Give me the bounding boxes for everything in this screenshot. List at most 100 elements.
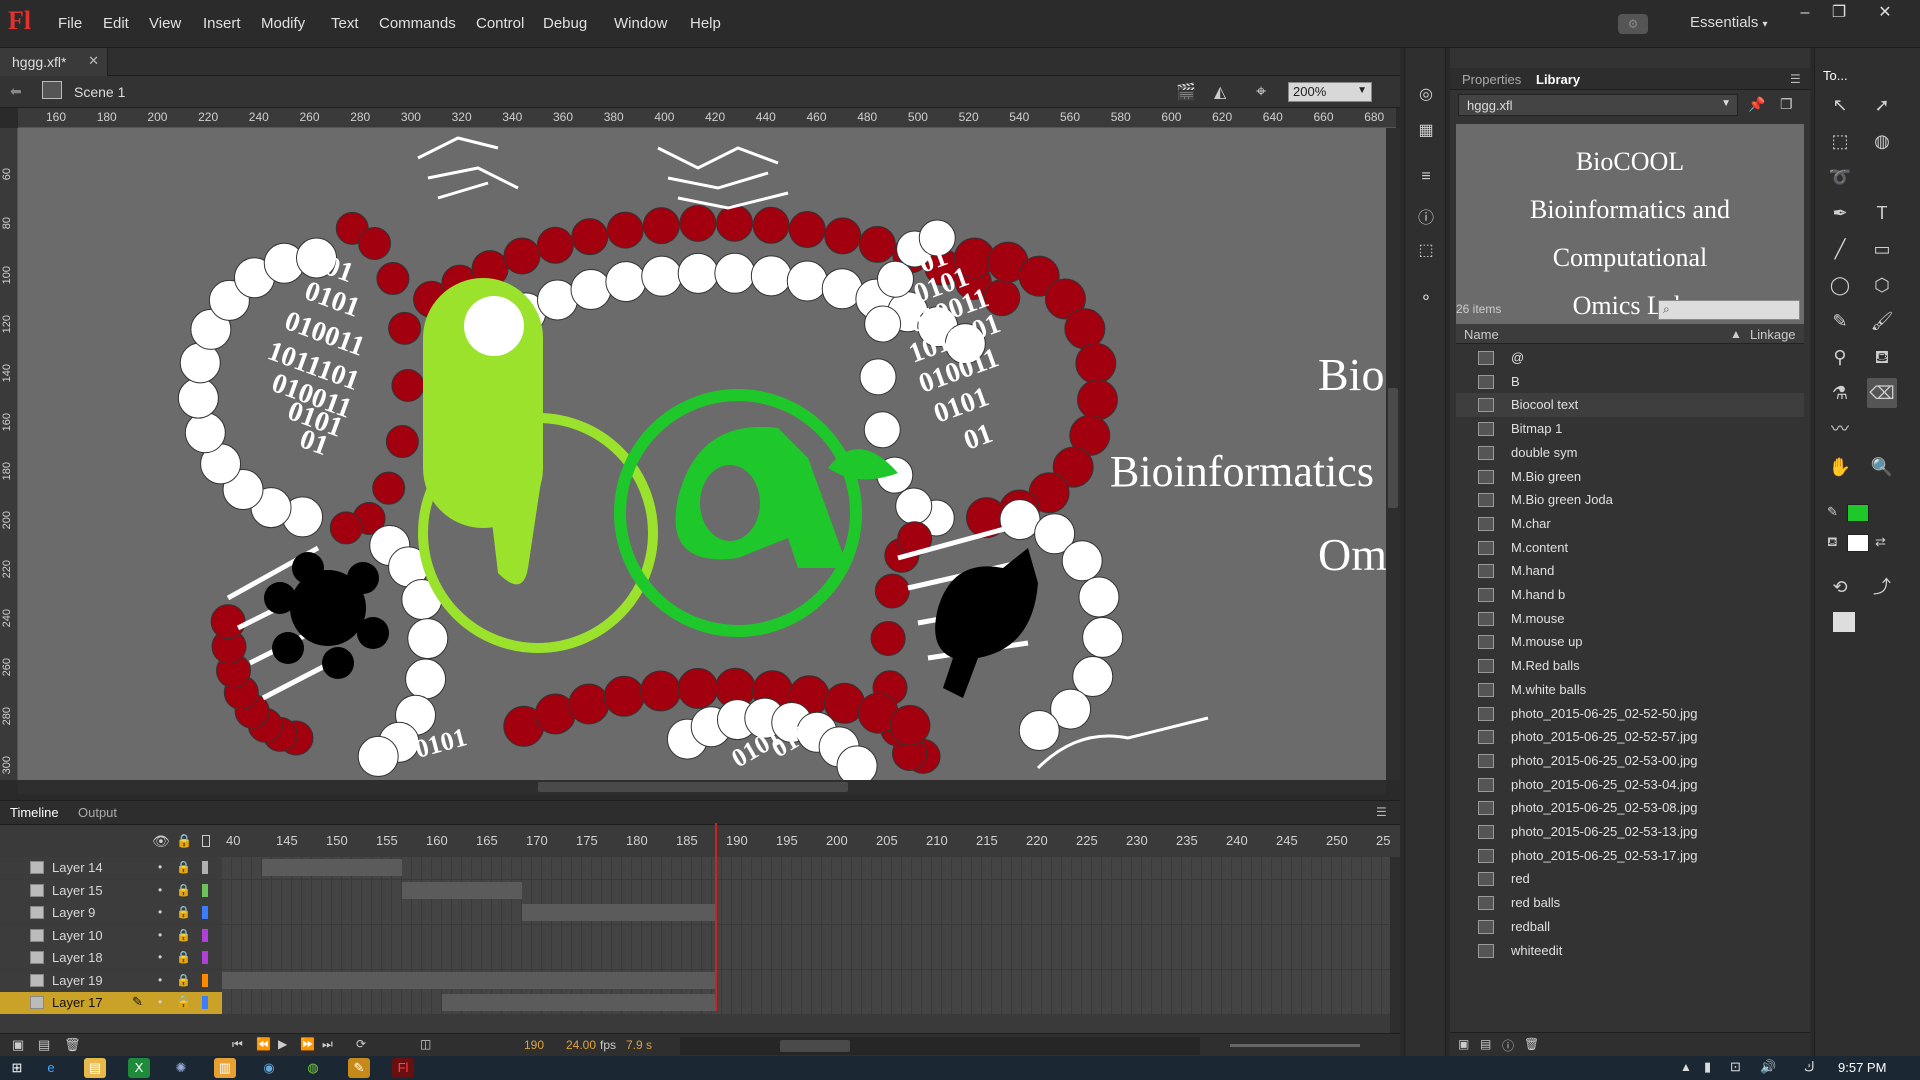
- layer-name-cell[interactable]: Layer 14 • 🔒: [0, 857, 222, 879]
- lock-icon[interactable]: 🔒: [176, 995, 191, 1009]
- layer-row[interactable]: Layer 10 • 🔒: [0, 924, 1390, 947]
- browser-icon[interactable]: ◉: [258, 1058, 280, 1078]
- panel-menu-icon[interactable]: ☰: [1790, 72, 1801, 86]
- eyedropper-tool-icon[interactable]: ⚗: [1825, 378, 1855, 408]
- library-item[interactable]: photo_2015-06-25_02-52-57.jpg: [1456, 725, 1804, 749]
- scroll-thumb[interactable]: [780, 1040, 850, 1052]
- fps-value[interactable]: 24.00: [566, 1038, 596, 1052]
- free-transform-icon[interactable]: ⬚: [1825, 126, 1855, 156]
- trash-icon[interactable]: 🗑: [1524, 1037, 1539, 1051]
- zoom-select[interactable]: 200% ▼: [1288, 82, 1372, 102]
- sort-icon[interactable]: ▲: [1730, 327, 1742, 341]
- layer-row[interactable]: Layer 9 • 🔒: [0, 902, 1390, 924]
- library-item[interactable]: whiteedit: [1456, 939, 1804, 963]
- start-icon[interactable]: ⊞: [6, 1058, 28, 1078]
- layer-row[interactable]: Layer 19 • 🔒: [0, 969, 1390, 992]
- center-stage-icon[interactable]: ⌖: [1256, 81, 1266, 102]
- visibility-dot-icon[interactable]: •: [158, 883, 162, 897]
- layer-color-swatch[interactable]: [202, 861, 208, 874]
- layer-frames[interactable]: [222, 947, 1390, 969]
- layer-color-swatch[interactable]: [202, 973, 208, 987]
- fill-color-swatch[interactable]: [1847, 534, 1869, 552]
- explorer-icon[interactable]: ▤: [84, 1058, 106, 1078]
- library-item[interactable]: Biocool text: [1456, 393, 1804, 418]
- layer-name-cell[interactable]: Layer 19 • 🔒: [0, 969, 222, 992]
- outline-icon[interactable]: [202, 835, 210, 847]
- menu-help[interactable]: Help: [690, 15, 721, 32]
- lock-icon[interactable]: 🔒: [176, 860, 191, 874]
- library-item[interactable]: M.content: [1456, 536, 1804, 560]
- last-frame-icon[interactable]: ⏭: [322, 1037, 333, 1052]
- stroke-color-swatch[interactable]: [1847, 504, 1869, 522]
- zoom-slider[interactable]: [1230, 1044, 1360, 1047]
- lock-icon[interactable]: 🔒: [176, 973, 191, 987]
- visibility-dot-icon[interactable]: •: [158, 995, 162, 1009]
- onion-skin-icon[interactable]: ◫: [420, 1037, 431, 1051]
- lock-icon[interactable]: 🔒: [176, 905, 191, 919]
- new-symbol-icon[interactable]: ▣: [1458, 1037, 1469, 1051]
- brush-tool-icon[interactable]: 🖌: [1867, 306, 1897, 336]
- lasso-tool-icon[interactable]: ➰: [1825, 162, 1855, 192]
- flash-taskbar-icon[interactable]: Fl: [392, 1058, 414, 1078]
- menu-insert[interactable]: Insert: [203, 15, 241, 32]
- close-icon[interactable]: ✕: [1868, 2, 1902, 24]
- play-icon[interactable]: ▶: [278, 1037, 287, 1051]
- lock-all-icon[interactable]: 🔒: [176, 833, 192, 849]
- lock-icon[interactable]: 🔒: [176, 950, 191, 964]
- layer-color-swatch[interactable]: [202, 951, 208, 964]
- library-item[interactable]: M.Red balls: [1456, 654, 1804, 678]
- tab-output[interactable]: Output: [78, 805, 117, 820]
- restore-icon[interactable]: ❐: [1822, 2, 1856, 24]
- color-icon[interactable]: ◎: [1417, 84, 1435, 103]
- timeline-horizontal-scrollbar[interactable]: [680, 1037, 1200, 1055]
- layer-frames[interactable]: [222, 992, 1390, 1014]
- menu-commands[interactable]: Commands: [379, 15, 456, 32]
- edit-symbol-icon[interactable]: ◭: [1214, 82, 1226, 102]
- oval-tool-icon[interactable]: ◯: [1825, 270, 1855, 300]
- menu-control[interactable]: Control: [476, 15, 524, 32]
- rectangle-tool-icon[interactable]: ▭: [1867, 234, 1897, 264]
- visibility-dot-icon[interactable]: •: [158, 928, 162, 942]
- column-name[interactable]: Name: [1464, 327, 1499, 342]
- scroll-thumb[interactable]: [538, 782, 848, 792]
- timeline-scrollbar[interactable]: [1390, 857, 1400, 1033]
- smooth-icon[interactable]: ⤴: [1867, 572, 1897, 602]
- library-item[interactable]: B: [1456, 370, 1804, 394]
- close-tab-icon[interactable]: ✕: [88, 53, 99, 69]
- frame-span[interactable]: [402, 881, 522, 899]
- new-folder-icon[interactable]: ▤: [38, 1037, 50, 1053]
- eraser-tool-icon[interactable]: ⌫: [1867, 378, 1897, 408]
- illustrator-icon[interactable]: ✎: [348, 1058, 370, 1078]
- library-item[interactable]: M.Bio green Joda: [1456, 488, 1804, 512]
- tab-timeline[interactable]: Timeline: [10, 805, 59, 820]
- library-item[interactable]: double sym: [1456, 441, 1804, 465]
- info-icon[interactable]: ⓘ: [1417, 204, 1435, 227]
- stage-horizontal-scrollbar[interactable]: [18, 780, 1386, 794]
- workspace-switcher[interactable]: Essentials ▾: [1690, 14, 1768, 31]
- library-item[interactable]: photo_2015-06-25_02-53-08.jpg: [1456, 796, 1804, 820]
- next-frame-icon[interactable]: ⏩: [300, 1037, 315, 1051]
- swatches-icon[interactable]: ▦: [1417, 120, 1435, 139]
- tab-properties[interactable]: Properties: [1462, 72, 1521, 87]
- new-layer-icon[interactable]: ▣: [12, 1037, 24, 1053]
- app-icon[interactable]: ✺: [170, 1058, 192, 1078]
- selection-tool-icon[interactable]: ↖: [1825, 90, 1855, 120]
- layer-row[interactable]: Layer 17 • 🔒 ✎: [0, 992, 1390, 1014]
- pencil-tool-icon[interactable]: ✎: [1825, 306, 1855, 336]
- layer-row[interactable]: Layer 18 • 🔒: [0, 947, 1390, 969]
- tray-language-icon[interactable]: ﻙ: [1804, 1059, 1815, 1075]
- library-item[interactable]: photo_2015-06-25_02-53-00.jpg: [1456, 749, 1804, 773]
- transform-icon[interactable]: ⬚: [1417, 240, 1435, 259]
- tray-battery-icon[interactable]: ▮: [1704, 1059, 1711, 1075]
- edit-scene-icon[interactable]: 🎬: [1176, 82, 1196, 102]
- layer-name-cell[interactable]: Layer 18 • 🔒: [0, 947, 222, 969]
- lock-icon[interactable]: 🔒: [176, 928, 191, 942]
- library-item[interactable]: photo_2015-06-25_02-52-50.jpg: [1456, 702, 1804, 726]
- frame-span[interactable]: [222, 971, 717, 989]
- paint-bucket-icon[interactable]: ⛾: [1867, 342, 1897, 372]
- menu-file[interactable]: File: [58, 15, 82, 32]
- layer-color-swatch[interactable]: [202, 883, 208, 897]
- library-search-input[interactable]: ⌕: [1658, 300, 1800, 320]
- library-item[interactable]: photo_2015-06-25_02-53-04.jpg: [1456, 773, 1804, 797]
- tab-library[interactable]: Library: [1536, 72, 1580, 87]
